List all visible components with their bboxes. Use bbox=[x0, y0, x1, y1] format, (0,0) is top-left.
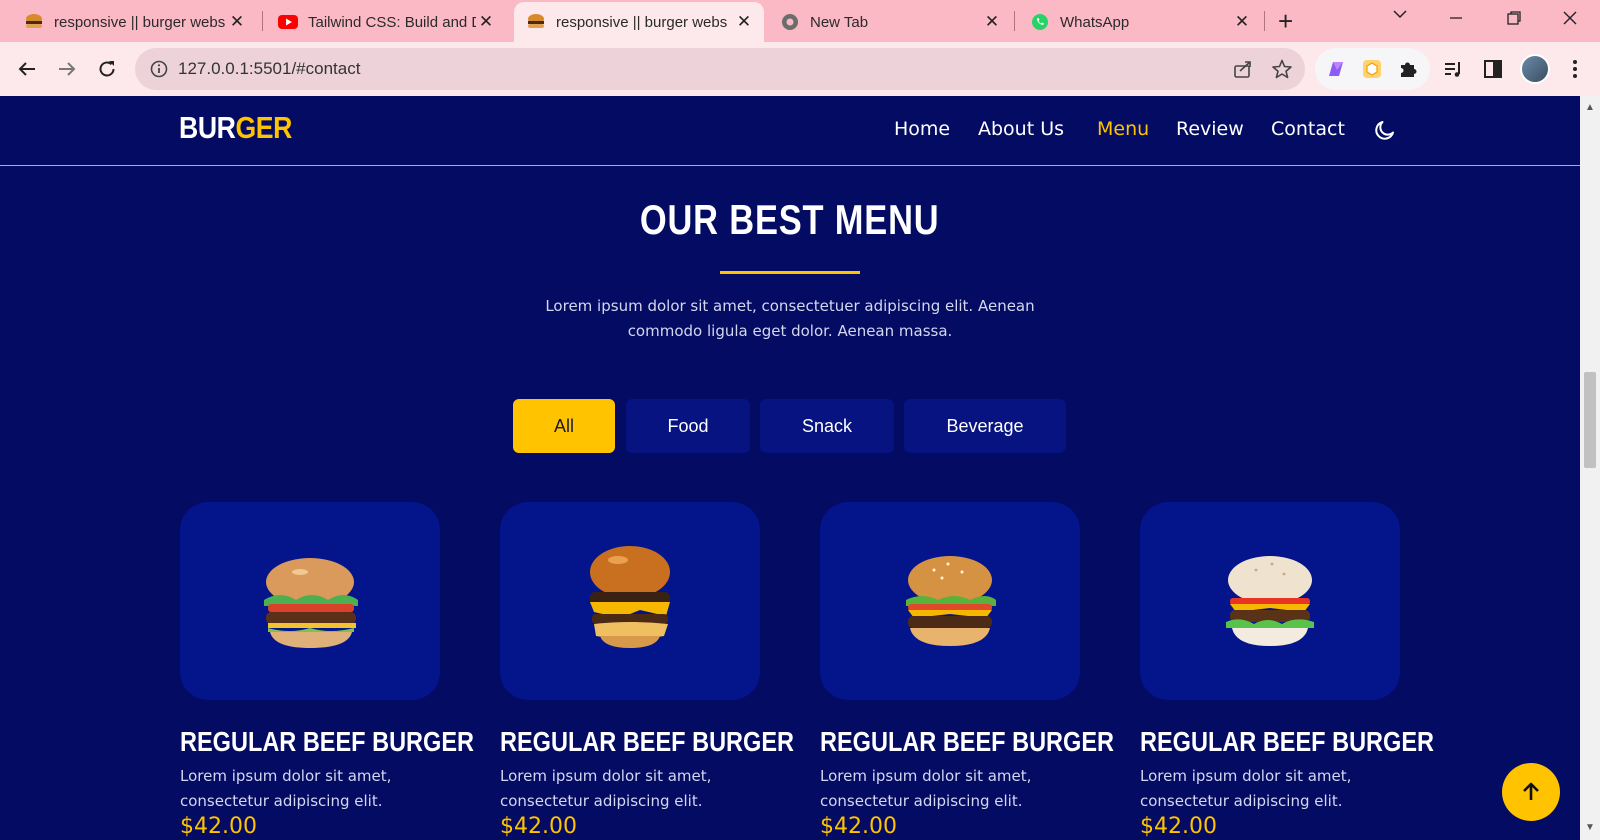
close-tab-icon[interactable]: ✕ bbox=[734, 12, 754, 32]
browser-tab-title: WhatsApp bbox=[1060, 13, 1130, 31]
burger-image bbox=[590, 546, 670, 648]
address-url[interactable]: 127.0.0.1:5501/#contact bbox=[178, 59, 360, 79]
section-title: OUR BEST MENU bbox=[0, 196, 1580, 244]
tab-divider bbox=[1014, 11, 1015, 31]
scroll-up-arrow-icon[interactable]: ▲ bbox=[1585, 102, 1595, 113]
nav-review[interactable]: Review bbox=[1176, 118, 1244, 140]
menu-card-description: Lorem ipsum dolor sit amet, consectetur … bbox=[180, 767, 392, 810]
menu-card-title: REGULAR BEEF BURGER bbox=[820, 726, 1115, 757]
browser-tab-1[interactable]: responsive || burger webs ✕ bbox=[12, 2, 257, 42]
scroll-to-top-button[interactable] bbox=[1502, 763, 1560, 821]
filter-snack-button[interactable]: Snack bbox=[760, 399, 894, 453]
browser-tab-5[interactable]: WhatsApp ✕ bbox=[1018, 2, 1262, 42]
menu-card-image-2[interactable] bbox=[500, 502, 760, 700]
side-panel-icon[interactable] bbox=[1480, 56, 1506, 82]
profile-avatar[interactable] bbox=[1520, 54, 1550, 84]
site-header: BURGER Home About Us Menu Review Contact bbox=[0, 96, 1580, 166]
scrollbar-thumb[interactable] bbox=[1584, 372, 1596, 468]
nav-contact[interactable]: Contact bbox=[1271, 118, 1345, 140]
dark-mode-moon-icon[interactable] bbox=[1373, 118, 1397, 142]
browser-toolbar: 127.0.0.1:5501/#contact bbox=[0, 42, 1600, 96]
site-info-icon[interactable] bbox=[149, 59, 169, 79]
section-title-text: OUR BEST MENU bbox=[640, 196, 940, 243]
browser-tab-4[interactable]: New Tab ✕ bbox=[768, 2, 1012, 42]
browser-tab-title: responsive || burger webs bbox=[54, 13, 226, 31]
menu-card-title: REGULAR BEEF BURGER bbox=[500, 726, 795, 757]
address-bar[interactable]: 127.0.0.1:5501/#contact bbox=[135, 48, 1305, 90]
nav-menu[interactable]: Menu bbox=[1097, 118, 1149, 140]
minimize-window-icon[interactable] bbox=[1448, 10, 1464, 31]
menu-card-title: REGULAR BEEF BURGER bbox=[180, 726, 475, 757]
extensions-puzzle-icon[interactable] bbox=[1395, 56, 1421, 82]
chrome-favicon-icon bbox=[780, 12, 800, 32]
page-viewport: BURGER Home About Us Menu Review Contact… bbox=[0, 96, 1580, 840]
logo-text-part2: GER bbox=[235, 110, 292, 145]
menu-card-description: Lorem ipsum dolor sit amet, consectetur … bbox=[500, 767, 712, 810]
filter-food-button[interactable]: Food bbox=[626, 399, 750, 453]
menu-card-price: $42.00 bbox=[1140, 814, 1217, 839]
menu-card-image-3[interactable] bbox=[820, 502, 1080, 700]
forward-arrow-icon[interactable] bbox=[54, 56, 80, 82]
close-tab-icon[interactable]: ✕ bbox=[227, 12, 247, 32]
menu-card-price: $42.00 bbox=[820, 814, 897, 839]
browser-tab-title: New Tab bbox=[810, 13, 869, 31]
arrow-up-icon bbox=[1523, 782, 1539, 800]
browser-tab-title: responsive || burger webs bbox=[556, 13, 728, 31]
menu-card-title: REGULAR BEEF BURGER bbox=[1140, 726, 1435, 757]
menu-card-description: Lorem ipsum dolor sit amet, consectetur … bbox=[820, 767, 1032, 810]
page-scrollbar[interactable]: ▲ ▼ bbox=[1580, 96, 1600, 840]
purple-extension-icon[interactable] bbox=[1323, 56, 1349, 82]
close-tab-icon[interactable]: ✕ bbox=[982, 12, 1002, 32]
whatsapp-favicon-icon bbox=[1030, 12, 1050, 32]
close-window-icon[interactable] bbox=[1562, 10, 1578, 31]
browser-tab-title: Tailwind CSS: Build and De bbox=[308, 13, 476, 31]
bookmark-star-icon[interactable] bbox=[1271, 58, 1293, 80]
filter-all-button[interactable]: All bbox=[513, 399, 615, 453]
tab-divider bbox=[262, 11, 263, 31]
site-logo[interactable]: BURGER bbox=[179, 110, 292, 146]
section-underline bbox=[720, 271, 860, 274]
browser-tab-2[interactable]: Tailwind CSS: Build and De ✕ bbox=[266, 2, 506, 42]
section-description: Lorem ipsum dolor sit amet, consectetuer… bbox=[545, 297, 1035, 340]
back-arrow-icon[interactable] bbox=[14, 56, 40, 82]
burger-favicon-icon bbox=[24, 12, 44, 32]
menu-card-image-1[interactable] bbox=[180, 502, 440, 700]
menu-card-description: Lorem ipsum dolor sit amet, consectetur … bbox=[1140, 767, 1352, 810]
scroll-down-arrow-icon[interactable]: ▼ bbox=[1585, 822, 1595, 833]
nav-about-us[interactable]: About Us bbox=[978, 118, 1064, 140]
burger-image bbox=[1226, 556, 1314, 646]
share-icon[interactable] bbox=[1232, 58, 1254, 80]
youtube-favicon-icon bbox=[278, 12, 298, 32]
menu-card-price: $42.00 bbox=[500, 814, 577, 839]
reload-icon[interactable] bbox=[94, 56, 120, 82]
burger-image bbox=[264, 558, 358, 648]
tab-search-chevron-icon[interactable] bbox=[1392, 6, 1408, 27]
nav-home[interactable]: Home bbox=[894, 118, 950, 140]
browser-tab-strip: responsive || burger webs ✕ Tailwind CSS… bbox=[0, 0, 1600, 42]
restore-window-icon[interactable] bbox=[1506, 10, 1522, 31]
menu-card-image-4[interactable] bbox=[1140, 502, 1400, 700]
logo-text-part1: BUR bbox=[179, 110, 236, 145]
browser-menu-kebab-icon[interactable] bbox=[1562, 56, 1588, 82]
burger-image bbox=[906, 556, 996, 646]
extensions-group bbox=[1315, 48, 1430, 90]
close-tab-icon[interactable]: ✕ bbox=[476, 12, 496, 32]
media-playlist-icon[interactable] bbox=[1440, 56, 1466, 82]
burger-favicon-icon bbox=[526, 12, 546, 32]
menu-card-price: $42.00 bbox=[180, 814, 257, 839]
new-tab-button[interactable]: + bbox=[1278, 8, 1293, 34]
tab-divider bbox=[1264, 11, 1265, 31]
close-tab-icon[interactable]: ✕ bbox=[1232, 12, 1252, 32]
browser-tab-3-active[interactable]: responsive || burger webs ✕ bbox=[514, 2, 764, 42]
filter-beverage-button[interactable]: Beverage bbox=[904, 399, 1066, 453]
orange-extension-icon[interactable] bbox=[1359, 56, 1385, 82]
